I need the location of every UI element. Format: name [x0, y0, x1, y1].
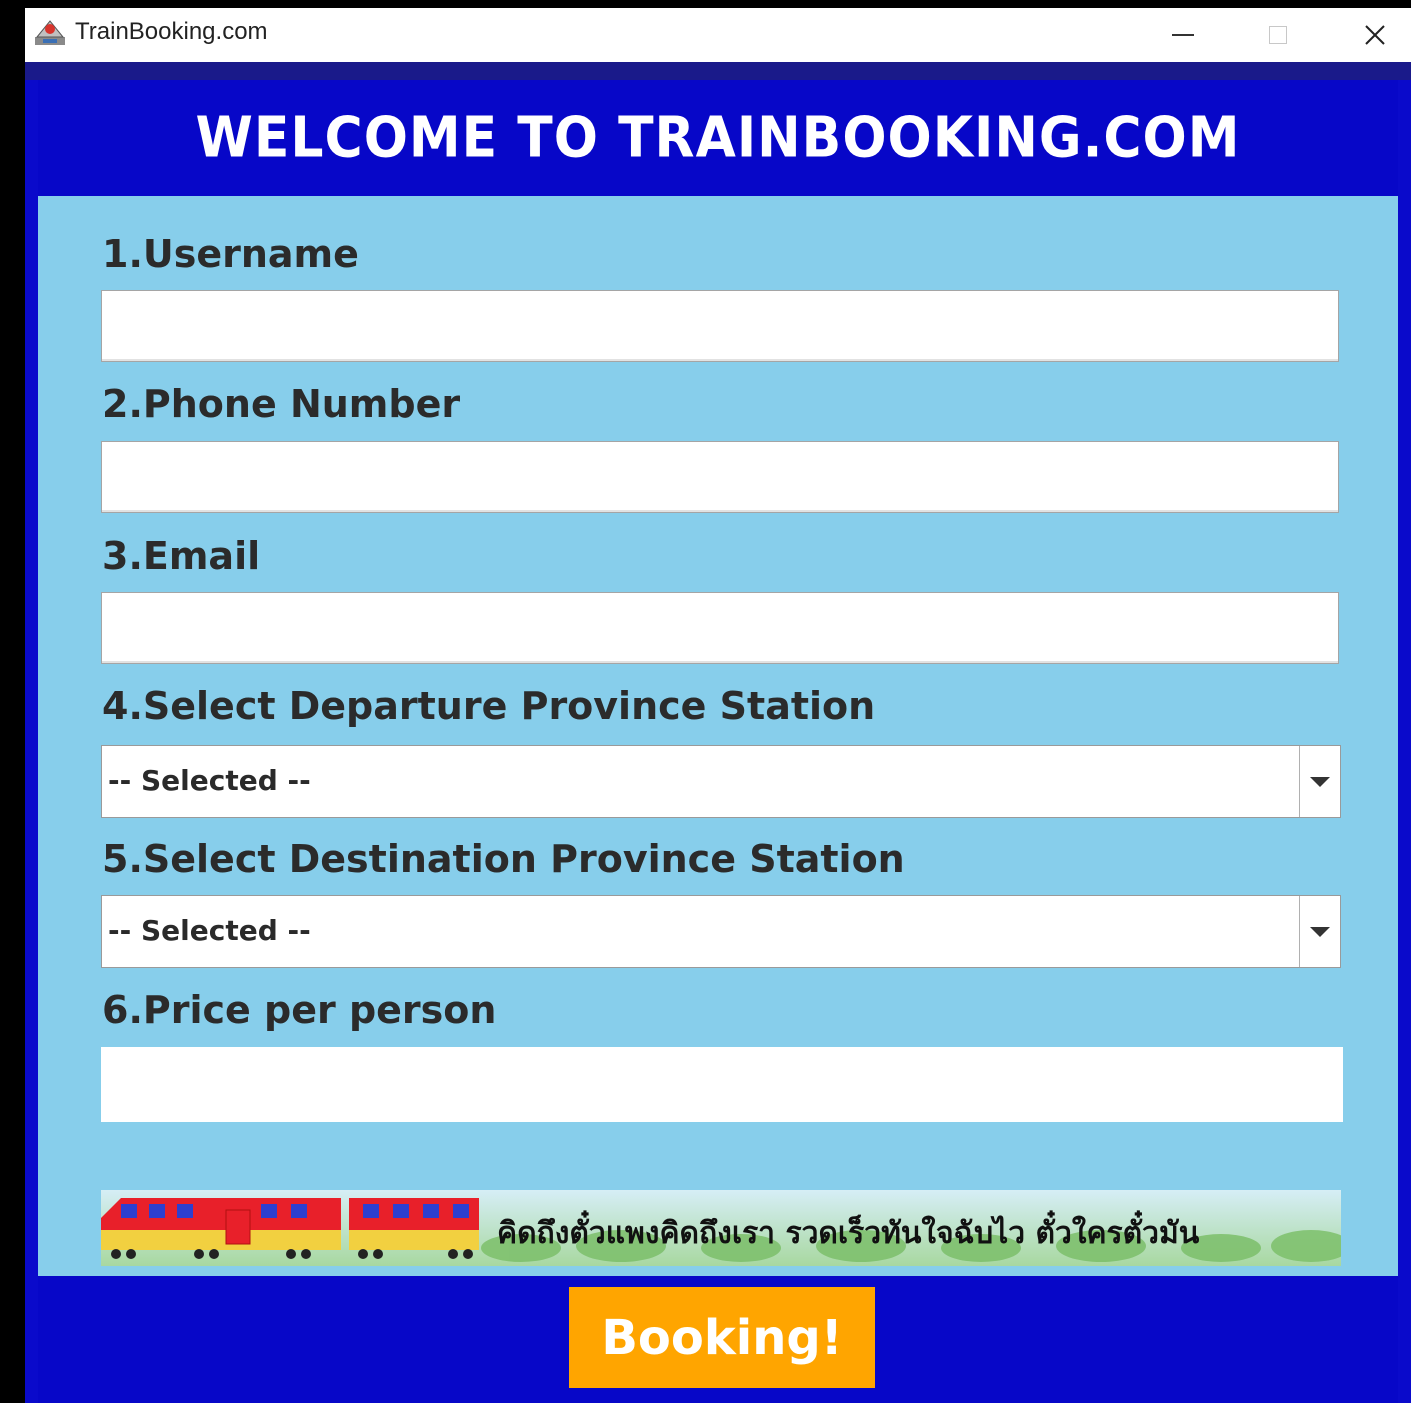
destination-dropdown-button[interactable]: [1299, 896, 1340, 967]
window-title: TrainBooking.com: [75, 18, 268, 45]
app-window: TrainBooking.com WELCOME TO TRAINBOOKING…: [25, 8, 1411, 1403]
destination-select[interactable]: -- Selected --: [101, 895, 1341, 968]
page-title: WELCOME TO TRAINBOOKING.COM: [195, 105, 1241, 171]
maximize-button[interactable]: [1248, 8, 1308, 62]
destination-label: 5.Select Destination Province Station: [102, 837, 905, 881]
chevron-down-icon: [1310, 926, 1330, 937]
banner-slogan: คิดถึงตั๋วแพงคิดถึงเรา รวดเร็วทันใจฉับไว…: [497, 1216, 1200, 1251]
chevron-down-icon: [1310, 776, 1330, 787]
train-icon: [101, 1198, 479, 1259]
phone-label: 2.Phone Number: [102, 382, 461, 426]
close-button[interactable]: [1345, 8, 1405, 62]
username-input[interactable]: [101, 290, 1339, 362]
header-panel: WELCOME TO TRAINBOOKING.COM: [38, 80, 1398, 196]
title-bar: TrainBooking.com: [25, 8, 1411, 62]
close-icon: [1365, 25, 1385, 45]
departure-selected-value: -- Selected --: [108, 764, 311, 797]
maximize-icon: [1269, 26, 1287, 44]
departure-label: 4.Select Departure Province Station: [102, 684, 876, 728]
phone-input[interactable]: [101, 441, 1339, 513]
price-field[interactable]: [101, 1047, 1343, 1122]
window-frame: [25, 62, 1411, 80]
footer-panel: Booking!: [38, 1276, 1398, 1403]
price-label: 6.Price per person: [102, 988, 497, 1032]
train-banner: คิดถึงตั๋วแพงคิดถึงเรา รวดเร็วทันใจฉับไว…: [101, 1190, 1341, 1266]
booking-form: 1.Username 2.Phone Number 3.Email 4.Sele…: [38, 196, 1398, 1276]
email-label: 3.Email: [102, 534, 261, 578]
java-app-icon: [35, 20, 65, 45]
minimize-button[interactable]: [1153, 8, 1213, 62]
minimize-icon: [1172, 34, 1194, 36]
destination-selected-value: -- Selected --: [108, 914, 311, 947]
username-label: 1.Username: [102, 232, 359, 276]
departure-select[interactable]: -- Selected --: [101, 745, 1341, 818]
departure-dropdown-button[interactable]: [1299, 746, 1340, 817]
booking-button[interactable]: Booking!: [569, 1287, 875, 1388]
email-input[interactable]: [101, 592, 1339, 664]
